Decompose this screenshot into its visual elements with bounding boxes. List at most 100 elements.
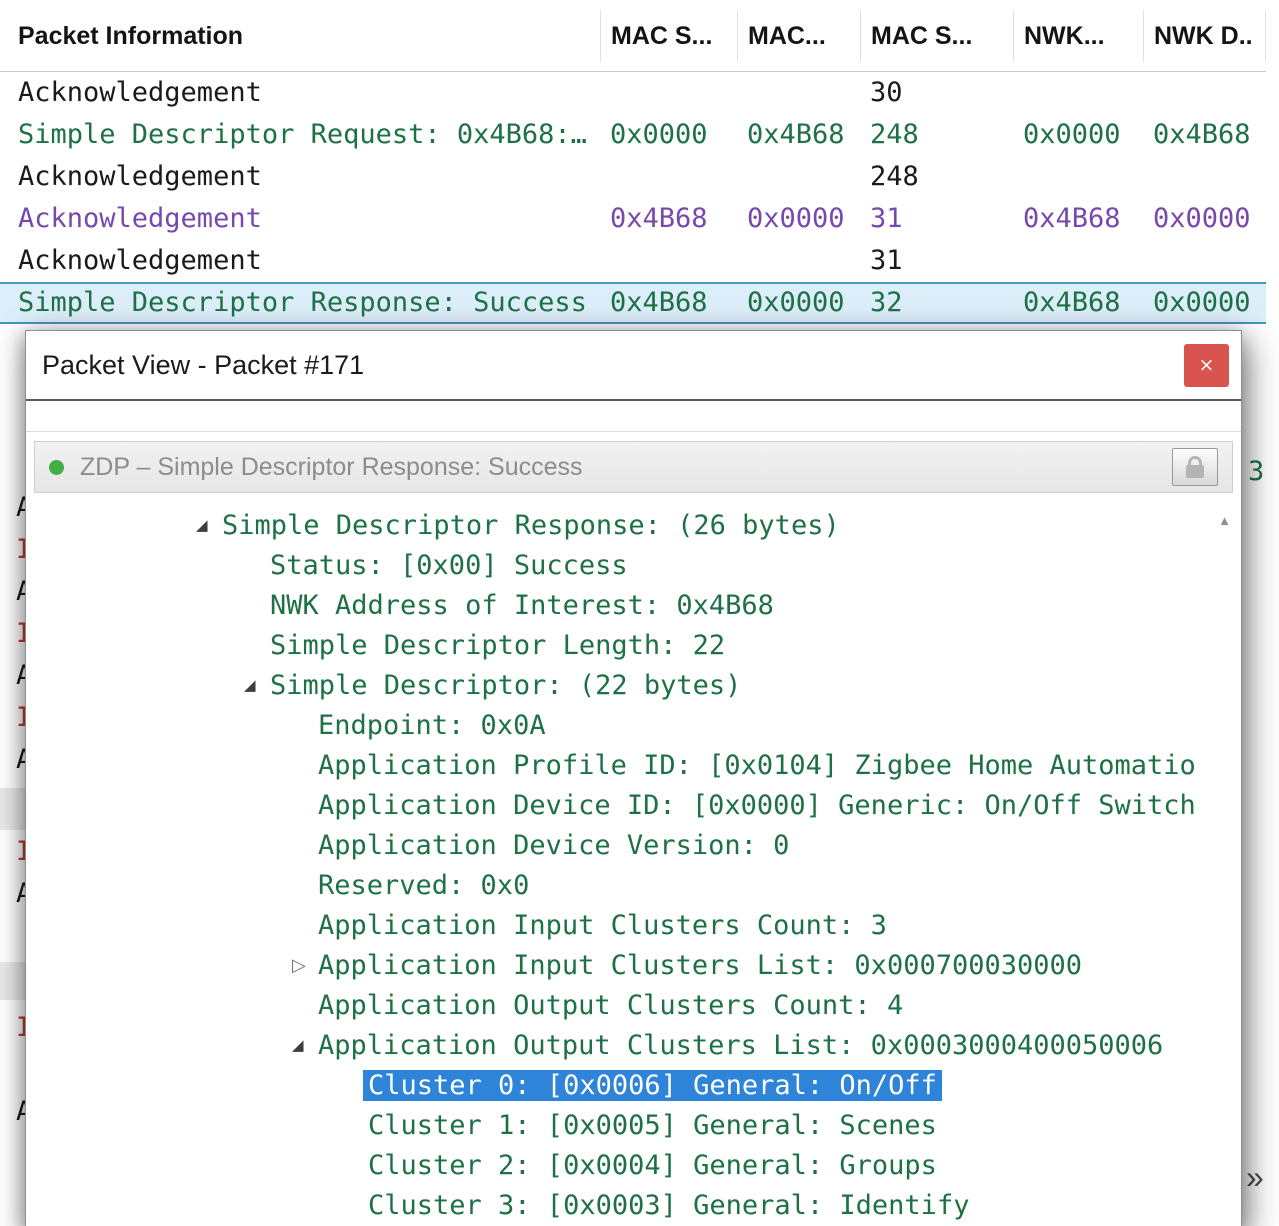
tree-node[interactable]: Application Output Clusters List: 0x0003… bbox=[26, 1025, 1241, 1065]
tree-node[interactable]: Endpoint: 0x0A bbox=[26, 705, 1241, 745]
tree-node-label: Cluster 2: [0x0004] General: Groups bbox=[368, 1150, 937, 1181]
dialog-titlebar[interactable]: Packet View - Packet #171 × bbox=[26, 331, 1241, 401]
tree-node[interactable]: NWK Address of Interest: 0x4B68 bbox=[26, 585, 1241, 625]
tree-node-label: NWK Address of Interest: 0x4B68 bbox=[270, 590, 774, 621]
column-header-mac-dst[interactable]: MAC... bbox=[737, 10, 860, 62]
table-row[interactable]: Simple Descriptor Request: 0x4B68:… 0x00… bbox=[0, 114, 1266, 156]
cell-nwk-src: 0x4B68 bbox=[1013, 284, 1143, 322]
tree-node-label: Endpoint: 0x0A bbox=[318, 710, 546, 741]
cell-mac-dst bbox=[737, 72, 860, 114]
tree-node-label: Application Input Clusters List: 0x00070… bbox=[318, 950, 1082, 981]
scroll-right-indicator[interactable]: » bbox=[1246, 1156, 1262, 1198]
cell-nwk-dst bbox=[1143, 156, 1266, 198]
cell-mac-src bbox=[600, 72, 737, 114]
tree-node[interactable]: Application Output Clusters Count: 4 bbox=[26, 985, 1241, 1025]
scrollbar-up-arrow-icon[interactable] bbox=[1218, 513, 1231, 528]
cell-mac-src: 0x0000 bbox=[600, 114, 737, 156]
cell-nwk-src: 0x4B68 bbox=[1013, 198, 1143, 240]
packet-detail-tree: Simple Descriptor Response: (26 bytes) S… bbox=[26, 493, 1241, 1226]
dialog-title: Packet View - Packet #171 bbox=[42, 350, 364, 381]
tree-node-label: Application Device Version: 0 bbox=[318, 830, 789, 861]
tree-node-label: Application Profile ID: [0x0104] Zigbee … bbox=[318, 750, 1196, 781]
table-row[interactable]: Acknowledgement 248 bbox=[0, 156, 1266, 198]
cell-packet-info: Acknowledgement bbox=[0, 156, 600, 198]
tree-node-label: Simple Descriptor Length: 22 bbox=[270, 630, 725, 661]
cell-mac-seq: 31 bbox=[860, 240, 1013, 282]
packet-table: Packet Information MAC S... MAC... MAC S… bbox=[0, 0, 1266, 324]
close-button[interactable]: × bbox=[1184, 344, 1229, 387]
dialog-subheader-strip bbox=[26, 401, 1241, 432]
tree-node[interactable]: Simple Descriptor Response: (26 bytes) bbox=[26, 505, 1241, 545]
column-header-nwk-dst[interactable]: NWK D.. bbox=[1143, 10, 1266, 62]
tree-node[interactable]: Application Device ID: [0x0000] Generic:… bbox=[26, 785, 1241, 825]
protocol-header-label: ZDP – Simple Descriptor Response: Succes… bbox=[80, 453, 583, 482]
cell-mac-seq: 30 bbox=[860, 72, 1013, 114]
tree-node-label: Cluster 3: [0x0003] General: Identify bbox=[368, 1190, 969, 1221]
cell-nwk-src: 0x0000 bbox=[1013, 114, 1143, 156]
tree-node[interactable]: Application Profile ID: [0x0104] Zigbee … bbox=[26, 745, 1241, 785]
cell-mac-dst: 0x4B68 bbox=[737, 114, 860, 156]
cell-nwk-src bbox=[1013, 240, 1143, 282]
tree-node-label: Simple Descriptor Response: (26 bytes) bbox=[222, 510, 840, 541]
expander-expanded-icon[interactable] bbox=[292, 1036, 318, 1054]
background-row-band bbox=[0, 962, 25, 1000]
tree-node-label: Application Device ID: [0x0000] Generic:… bbox=[318, 790, 1196, 821]
tree-node-label: Cluster 0: [0x0006] General: On/Off bbox=[363, 1070, 942, 1101]
cell-nwk-dst bbox=[1143, 240, 1266, 282]
cell-mac-dst bbox=[737, 240, 860, 282]
expander-collapsed-icon[interactable] bbox=[292, 955, 318, 976]
tree-node-label: Application Output Clusters List: 0x0003… bbox=[318, 1030, 1163, 1061]
cell-mac-seq: 32 bbox=[860, 284, 1013, 322]
column-header-mac-src[interactable]: MAC S... bbox=[600, 10, 737, 62]
tree-node-label: Application Output Clusters Count: 4 bbox=[318, 990, 903, 1021]
cell-packet-info: Acknowledgement bbox=[0, 198, 600, 240]
tree-node-label: Application Input Clusters Count: 3 bbox=[318, 910, 887, 941]
tree-node-selected[interactable]: Cluster 0: [0x0006] General: On/Off bbox=[26, 1065, 1241, 1105]
tree-node[interactable]: Application Device Version: 0 bbox=[26, 825, 1241, 865]
expander-expanded-icon[interactable] bbox=[196, 516, 222, 534]
close-icon: × bbox=[1199, 354, 1215, 376]
cell-nwk-dst: 0x0000 bbox=[1143, 198, 1266, 240]
cell-nwk-dst bbox=[1143, 72, 1266, 114]
expander-expanded-icon[interactable] bbox=[244, 676, 270, 694]
protocol-header-bar[interactable]: ZDP – Simple Descriptor Response: Succes… bbox=[34, 441, 1233, 493]
tree-node[interactable]: Reserved: 0x0 bbox=[26, 865, 1241, 905]
cell-nwk-src bbox=[1013, 72, 1143, 114]
tree-node[interactable]: Cluster 1: [0x0005] General: Scenes bbox=[26, 1105, 1241, 1145]
cell-nwk-src bbox=[1013, 156, 1143, 198]
table-row-selected[interactable]: Simple Descriptor Response: Success 0x4B… bbox=[0, 282, 1266, 324]
column-header-mac-seq[interactable]: MAC S... bbox=[860, 10, 1013, 62]
tree-node[interactable]: Cluster 3: [0x0003] General: Identify bbox=[26, 1185, 1241, 1225]
cell-packet-info: Simple Descriptor Response: Success bbox=[0, 284, 600, 322]
background-row-band bbox=[0, 788, 25, 830]
cell-nwk-dst: 0x4B68 bbox=[1143, 114, 1266, 156]
tree-node-label: Cluster 1: [0x0005] General: Scenes bbox=[368, 1110, 937, 1141]
tree-node[interactable]: Simple Descriptor: (22 bytes) bbox=[26, 665, 1241, 705]
tree-node[interactable]: Application Input Clusters Count: 3 bbox=[26, 905, 1241, 945]
cell-mac-dst: 0x0000 bbox=[737, 284, 860, 322]
column-header-nwk-src[interactable]: NWK... bbox=[1013, 10, 1143, 62]
tree-node[interactable]: Cluster 2: [0x0004] General: Groups bbox=[26, 1145, 1241, 1185]
packet-table-header: Packet Information MAC S... MAC... MAC S… bbox=[0, 0, 1266, 72]
background-row-fragment: 3 bbox=[1248, 451, 1264, 493]
status-dot-icon bbox=[49, 460, 64, 475]
tree-node-label: Status: [0x00] Success bbox=[270, 550, 628, 581]
cell-packet-info: Simple Descriptor Request: 0x4B68:… bbox=[0, 114, 600, 156]
table-row[interactable]: Acknowledgement 0x4B68 0x0000 31 0x4B68 … bbox=[0, 198, 1266, 240]
table-row[interactable]: Acknowledgement 30 bbox=[0, 72, 1266, 114]
cell-mac-src bbox=[600, 240, 737, 282]
cell-packet-info: Acknowledgement bbox=[0, 240, 600, 282]
tree-node-label: Reserved: 0x0 bbox=[318, 870, 529, 901]
lock-button[interactable] bbox=[1172, 448, 1218, 486]
cell-mac-src: 0x4B68 bbox=[600, 284, 737, 322]
cell-mac-seq: 248 bbox=[860, 114, 1013, 156]
cell-mac-seq: 31 bbox=[860, 198, 1013, 240]
table-row[interactable]: Acknowledgement 31 bbox=[0, 240, 1266, 282]
tree-node[interactable]: Simple Descriptor Length: 22 bbox=[26, 625, 1241, 665]
packet-view-dialog: Packet View - Packet #171 × ZDP – Simple… bbox=[25, 330, 1242, 1226]
lock-icon bbox=[1186, 465, 1204, 478]
tree-node[interactable]: Status: [0x00] Success bbox=[26, 545, 1241, 585]
tree-node[interactable]: Application Input Clusters List: 0x00070… bbox=[26, 945, 1241, 985]
cell-mac-src: 0x4B68 bbox=[600, 198, 737, 240]
column-header-packet-information[interactable]: Packet Information bbox=[0, 10, 600, 62]
